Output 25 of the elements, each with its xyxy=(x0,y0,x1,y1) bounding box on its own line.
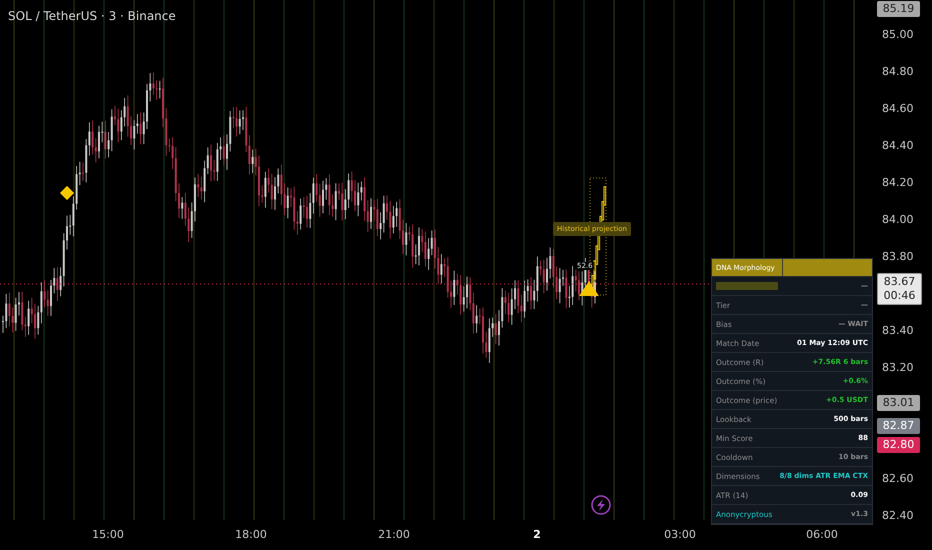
price-tick: 83.40 xyxy=(882,324,914,337)
time-tick: 06:00 xyxy=(805,528,839,541)
time-tick: 03:00 xyxy=(663,528,697,541)
price-badge: 82.87 xyxy=(877,418,920,434)
price-badge: 83.67 00:46 xyxy=(877,273,922,306)
price-tick: 82.60 xyxy=(882,472,914,485)
price-badge: 85.19 xyxy=(877,1,920,17)
price-tick: 83.20 xyxy=(882,361,914,374)
price-tick: 84.00 xyxy=(882,213,914,226)
price-tick: 84.80 xyxy=(882,65,914,78)
lightning-icon[interactable] xyxy=(591,495,611,515)
time-tick: 15:00 xyxy=(91,528,125,541)
price-badge: 83.01 xyxy=(877,395,920,412)
time-tick: 18:00 xyxy=(234,528,268,541)
price-tick: 84.20 xyxy=(882,176,914,189)
time-tick: 2 xyxy=(532,528,542,541)
price-tick: 85.00 xyxy=(882,28,914,41)
symbol-title: SOL / TetherUS · 3 · Binance xyxy=(8,9,176,23)
price-tick: 83.80 xyxy=(882,250,914,263)
price-badge: 82.80 xyxy=(877,437,920,453)
price-tick: 84.40 xyxy=(882,139,914,152)
triangle-marker-icon xyxy=(579,281,599,296)
time-tick: 21:00 xyxy=(377,528,411,541)
price-tick: 84.60 xyxy=(882,102,914,115)
price-tick: 82.40 xyxy=(882,509,914,522)
